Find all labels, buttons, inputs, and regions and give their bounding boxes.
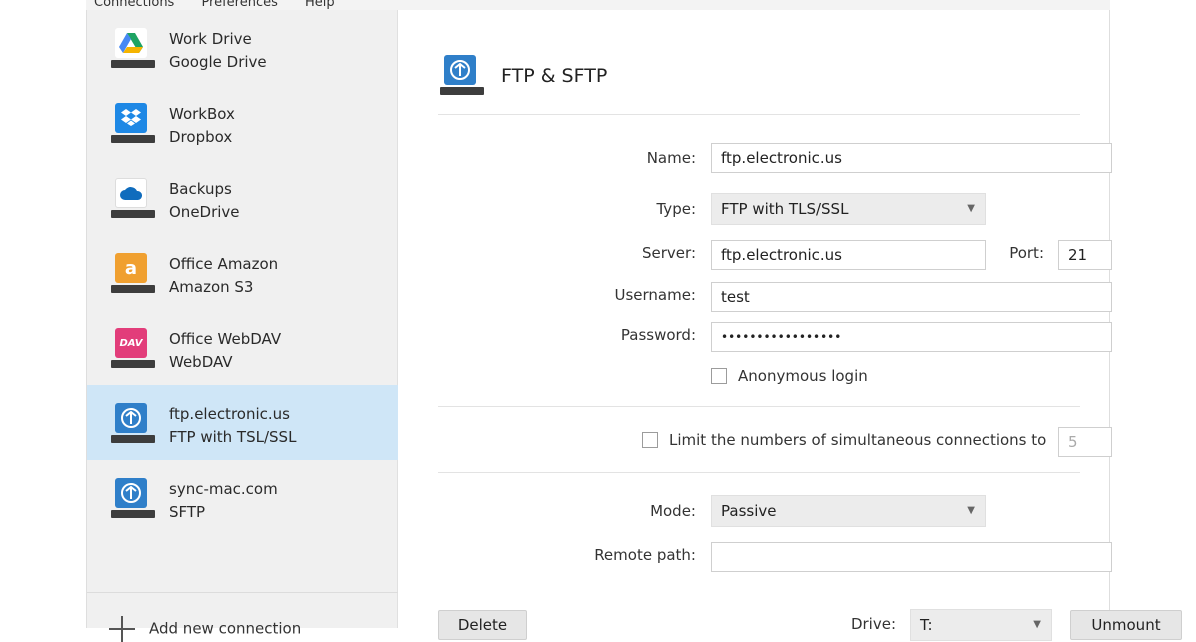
- type-label: Type:: [656, 200, 696, 218]
- drive-label: Drive:: [850, 615, 896, 633]
- remote-path-input[interactable]: [711, 542, 1112, 572]
- sidebar-item-name: Office Amazon: [169, 255, 279, 273]
- type-select-value: FTP with TLS/SSL: [721, 200, 849, 218]
- sidebar-item-name: WorkBox: [169, 105, 235, 123]
- page-title: FTP & SFTP: [501, 65, 608, 87]
- add-connection-button[interactable]: Add new connection: [109, 616, 301, 642]
- sidebar-item-type: Amazon S3: [169, 278, 254, 296]
- sidebar-item-type: Google Drive: [169, 53, 267, 71]
- webdav-icon: DAV: [111, 328, 155, 372]
- dropbox-icon: [111, 103, 155, 147]
- server-label: Server:: [642, 244, 696, 262]
- ftp-icon: [111, 403, 155, 447]
- onedrive-icon: [111, 178, 155, 222]
- server-input[interactable]: ftp.electronic.us: [711, 240, 986, 270]
- add-connection-label: Add new connection: [149, 619, 302, 638]
- limit-connections-input[interactable]: 5: [1058, 427, 1112, 457]
- sidebar-item-work-drive[interactable]: Work Drive Google Drive: [87, 10, 398, 85]
- name-label: Name:: [646, 149, 696, 167]
- mode-select-value: Passive: [721, 502, 777, 520]
- sidebar-divider: [87, 592, 398, 593]
- sidebar-item-type: WebDAV: [169, 353, 233, 371]
- sidebar-item-name: Backups: [169, 180, 232, 198]
- limit-connections-checkbox[interactable]: [642, 432, 658, 448]
- password-input[interactable]: •••••••••••••••••: [711, 322, 1112, 352]
- port-input[interactable]: 21: [1058, 240, 1112, 270]
- username-label: Username:: [614, 286, 696, 304]
- type-select[interactable]: FTP with TLS/SSL ▼: [711, 193, 986, 225]
- sidebar-item-office-webdav[interactable]: DAV Office WebDAV WebDAV: [87, 310, 398, 385]
- sidebar-item-office-amazon[interactable]: a Office Amazon Amazon S3: [87, 235, 398, 310]
- sftp-icon: [111, 478, 155, 522]
- webdav-badge: DAV: [119, 337, 143, 349]
- connection-details: FTP & SFTP Name: ftp.electronic.us Type:…: [398, 10, 1182, 641]
- sidebar-item-name: sync-mac.com: [169, 480, 278, 498]
- anonymous-login-label: Anonymous login: [738, 367, 868, 385]
- sidebar-item-type: OneDrive: [169, 203, 240, 221]
- delete-button[interactable]: Delete: [438, 610, 527, 640]
- sidebar-item-ftp-electronic[interactable]: ftp.electronic.us FTP with TSL/SSL: [87, 385, 398, 460]
- sidebar-item-name: ftp.electronic.us: [169, 405, 290, 423]
- form-divider: [438, 472, 1080, 473]
- chevron-down-icon: ▼: [1033, 619, 1041, 630]
- google-drive-icon: [111, 28, 155, 72]
- app-window: Work Drive Google Drive WorkBox Dropbox …: [86, 10, 1182, 642]
- header-divider: [438, 114, 1080, 115]
- amazon-s3-icon: a: [111, 253, 155, 297]
- menu-preferences[interactable]: Preferences: [201, 0, 277, 10]
- chevron-down-icon: ▼: [967, 203, 975, 214]
- sidebar-item-type: FTP with TSL/SSL: [169, 428, 297, 446]
- form-divider: [438, 406, 1080, 407]
- sidebar-item-type: SFTP: [169, 503, 206, 521]
- unmount-button[interactable]: Unmount: [1070, 610, 1182, 640]
- menu-help[interactable]: Help: [305, 0, 335, 10]
- sidebar-item-type: Dropbox: [169, 128, 233, 146]
- sidebar-item-name: Work Drive: [169, 30, 252, 48]
- chevron-down-icon: ▼: [967, 505, 975, 516]
- sidebar-item-workbox[interactable]: WorkBox Dropbox: [87, 85, 398, 160]
- menu-connections[interactable]: Connections: [94, 0, 174, 10]
- drive-select[interactable]: T: ▼: [910, 609, 1052, 641]
- password-label: Password:: [620, 326, 696, 344]
- port-label: Port:: [1009, 244, 1044, 262]
- name-input[interactable]: ftp.electronic.us: [711, 143, 1112, 173]
- remote-path-label: Remote path:: [594, 546, 696, 564]
- drive-select-value: T:: [920, 616, 933, 634]
- ftp-icon: [440, 55, 484, 99]
- limit-connections-label: Limit the numbers of simultaneous connec…: [669, 431, 1047, 449]
- username-input[interactable]: test: [711, 282, 1112, 312]
- mode-label: Mode:: [650, 502, 696, 520]
- mode-select[interactable]: Passive ▼: [711, 495, 986, 527]
- sidebar-item-backups[interactable]: Backups OneDrive: [87, 160, 398, 235]
- anonymous-login-checkbox[interactable]: [711, 368, 727, 384]
- sidebar-item-name: Office WebDAV: [169, 330, 282, 348]
- connections-sidebar: Work Drive Google Drive WorkBox Dropbox …: [87, 10, 398, 642]
- sidebar-item-sync-mac[interactable]: sync-mac.com SFTP: [87, 460, 398, 535]
- plus-icon: [109, 616, 135, 642]
